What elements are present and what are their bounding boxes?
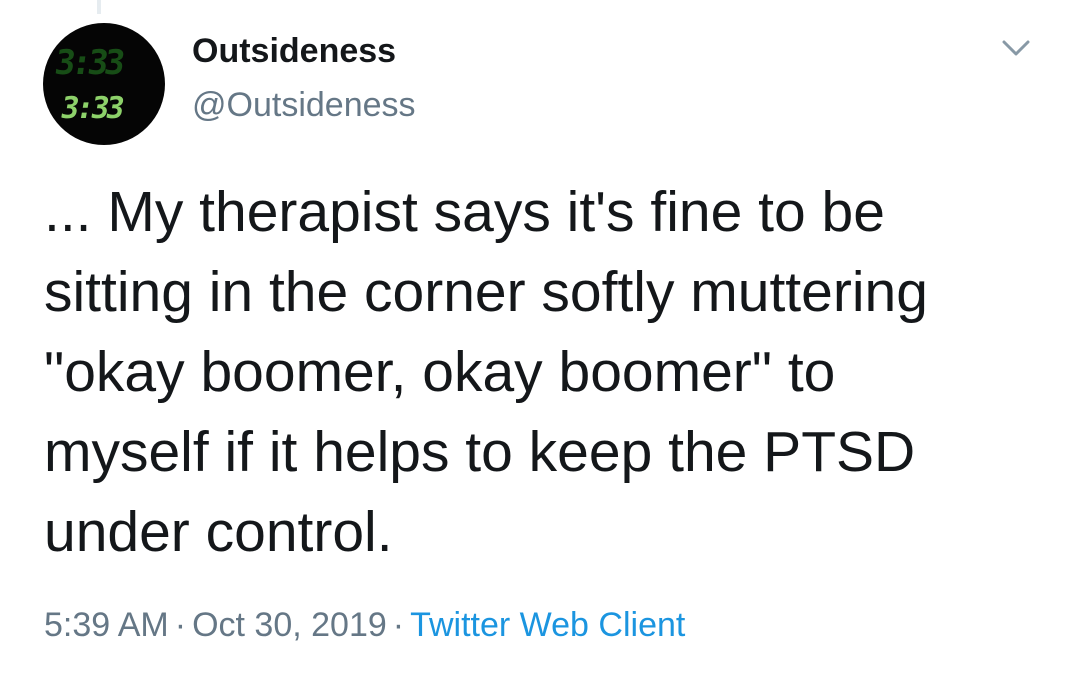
- chevron-down-icon[interactable]: [998, 34, 1034, 62]
- tweet-source-link[interactable]: Twitter Web Client: [410, 606, 685, 644]
- tweet: 3:33 3:33 Outsideness @Outsideness ... M…: [0, 0, 1080, 689]
- meta-separator: ·: [174, 606, 187, 644]
- avatar-ghost-digits: 3:33: [52, 43, 124, 83]
- tweet-meta: 5:39 AM · Oct 30, 2019 · Twitter Web Client: [44, 606, 685, 645]
- meta-separator: ·: [392, 606, 405, 644]
- user-handle[interactable]: @Outsideness: [192, 86, 416, 125]
- tweet-date[interactable]: Oct 30, 2019: [192, 606, 387, 644]
- tweet-time[interactable]: 5:39 AM: [44, 606, 169, 644]
- tweet-text: ... My therapist says it's fine to be si…: [44, 180, 928, 564]
- display-name[interactable]: Outsideness: [192, 32, 396, 71]
- avatar-clock-digits: 3:33: [57, 91, 125, 126]
- avatar[interactable]: 3:33 3:33: [43, 23, 165, 145]
